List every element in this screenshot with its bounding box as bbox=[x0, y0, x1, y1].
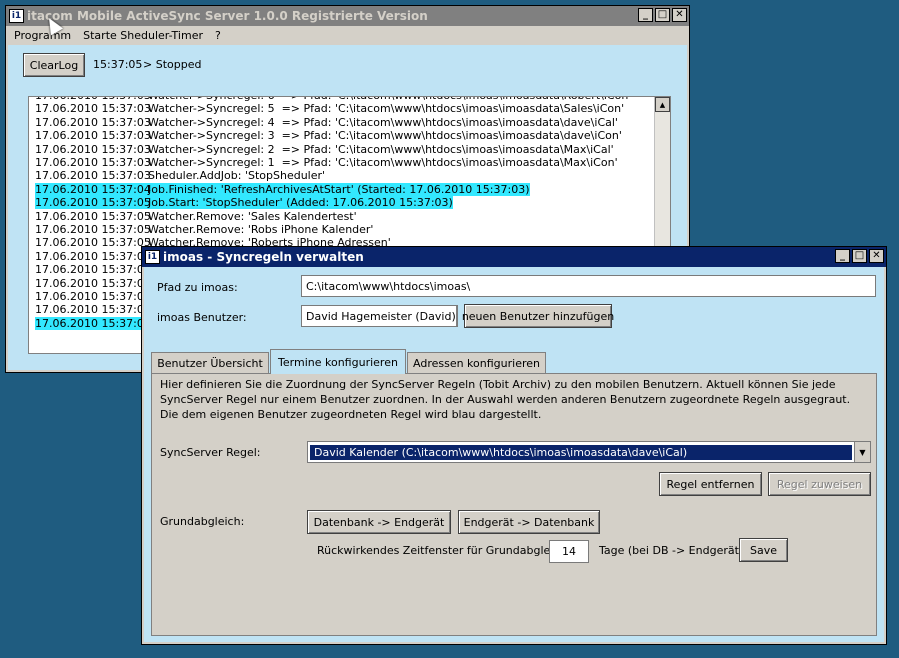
log-message: Job.Finished: 'RefreshArchivesAtStart' (… bbox=[148, 182, 530, 196]
remove-rule-button[interactable]: Regel entfernen bbox=[659, 472, 762, 496]
log-entry: 17.06.2010 15:37:05 bbox=[35, 263, 151, 277]
log-timestamp: 17.06.2010 15:37:05 bbox=[35, 316, 151, 330]
log-message: Watcher->Syncregel: 1 => Pfad: 'C:\itaco… bbox=[148, 156, 618, 169]
dialog-titlebar[interactable]: i1 imoas - Syncregeln verwalten _ □ ✕ bbox=[142, 247, 886, 267]
log-entry: 17.06.2010 15:37:05Watcher.Remove: 'Robs… bbox=[35, 223, 373, 236]
log-timestamp: 17.06.2010 15:37:03 bbox=[35, 169, 151, 183]
log-timestamp: 17.06.2010 15:37:03 bbox=[35, 156, 151, 169]
status-text: > Stopped bbox=[143, 58, 202, 71]
syncregeln-dialog: i1 imoas - Syncregeln verwalten _ □ ✕ Pf… bbox=[141, 246, 887, 645]
main-titlebar[interactable]: i1 itacom Mobile ActiveSync Server 1.0.0… bbox=[6, 6, 689, 26]
user-label: imoas Benutzer: bbox=[157, 311, 247, 324]
user-select-value: David Hagemeister (David) bbox=[306, 309, 456, 323]
main-window-title: itacom Mobile ActiveSync Server 1.0.0 Re… bbox=[27, 9, 428, 23]
log-timestamp: 17.06.2010 15:37:03 bbox=[35, 142, 151, 156]
chevron-down-icon[interactable]: ▼ bbox=[455, 306, 457, 326]
log-timestamp: 17.06.2010 15:37:05 bbox=[35, 290, 151, 303]
log-timestamp: 17.06.2010 15:37:05 bbox=[35, 263, 151, 277]
log-entry: 17.06.2010 15:37:05 bbox=[35, 316, 151, 330]
maximize-icon[interactable]: □ bbox=[655, 8, 670, 22]
user-select[interactable]: David Hagemeister (David) ▼ bbox=[301, 305, 458, 327]
days-label: Tage (bei DB -> Endgerät) bbox=[599, 544, 744, 557]
add-user-button[interactable]: neuen Benutzer hinzufügen bbox=[462, 304, 614, 328]
info-text: Hier definieren Sie die Zuordnung der Sy… bbox=[160, 378, 851, 421]
log-message: Watcher->Syncregel: 2 => Pfad: 'C:\itaco… bbox=[148, 142, 614, 156]
log-entry: 17.06.2010 15:37:03Sheduler.AddJob: 'Sto… bbox=[35, 169, 325, 182]
log-message: Watcher->Syncregel: 6 => Pfad: 'C:\itaco… bbox=[148, 97, 631, 102]
db-to-device-button[interactable]: Datenbank -> Endgerät bbox=[307, 510, 451, 534]
log-message: Watcher.Remove: 'Robs iPhone Kalender' bbox=[148, 223, 374, 236]
log-entry: 17.06.2010 15:37:03Watcher->Syncregel: 6… bbox=[35, 97, 631, 102]
assign-rule-button[interactable]: Regel zuweisen bbox=[768, 472, 871, 496]
log-entry: 17.06.2010 15:37:05 bbox=[35, 249, 151, 263]
log-timestamp: 17.06.2010 15:37:05 bbox=[35, 196, 151, 210]
log-timestamp: 17.06.2010 15:37:05 bbox=[35, 209, 151, 223]
log-entry: 17.06.2010 15:37:03Watcher->Syncregel: 5… bbox=[35, 102, 624, 115]
log-entry: 17.06.2010 15:37:04Job.Finished: 'Refres… bbox=[35, 182, 530, 196]
app-icon: i1 bbox=[145, 250, 160, 264]
app-icon: i1 bbox=[9, 9, 24, 23]
log-timestamp: 17.06.2010 15:37:05 bbox=[35, 236, 151, 250]
log-message: Watcher->Syncregel: 3 => Pfad: 'C:\itaco… bbox=[148, 129, 622, 143]
tab-adressen-konfigurieren[interactable]: Adressen konfigurieren bbox=[407, 352, 546, 373]
status-time: 15:37:05 bbox=[93, 58, 143, 71]
scroll-up-icon[interactable]: ▲ bbox=[655, 97, 670, 112]
clearlog-button[interactable]: ClearLog bbox=[23, 53, 85, 77]
log-message: Sheduler.AddJob: 'StopSheduler' bbox=[148, 169, 326, 183]
rule-label: SyncServer Regel: bbox=[160, 446, 261, 459]
log-timestamp: 17.06.2010 15:37:04 bbox=[35, 182, 151, 196]
log-message: Watcher->Syncregel: 5 => Pfad: 'C:\itaco… bbox=[148, 102, 625, 116]
log-entry: 17.06.2010 15:37:05 bbox=[35, 290, 151, 303]
maximize-icon[interactable]: □ bbox=[852, 249, 867, 263]
log-timestamp: 17.06.2010 15:37:05 bbox=[35, 303, 151, 317]
log-timestamp: 17.06.2010 15:37:03 bbox=[35, 129, 151, 143]
close-icon[interactable]: ✕ bbox=[672, 8, 687, 22]
menubar: Programm Starte Sheduler-Timer ? bbox=[8, 27, 687, 44]
log-entry: 17.06.2010 15:37:03Watcher->Syncregel: 3… bbox=[35, 129, 622, 142]
termine-tab-panel: Hier definieren Sie die Zuordnung der Sy… bbox=[151, 373, 877, 636]
log-message: Watcher.Remove: 'Sales Kalendertest' bbox=[148, 209, 357, 223]
log-entry: 17.06.2010 15:37:05 bbox=[35, 303, 151, 317]
log-timestamp: 17.06.2010 15:37:03 bbox=[35, 102, 151, 116]
log-message: Job.Start: 'StopSheduler' (Added: 17.06.… bbox=[148, 196, 453, 210]
log-entry: 17.06.2010 15:37:03Watcher->Syncregel: 2… bbox=[35, 143, 614, 156]
log-timestamp: 17.06.2010 15:37:05 bbox=[35, 223, 151, 236]
time-window-input[interactable]: 14 bbox=[549, 540, 589, 563]
log-entry: 17.06.2010 15:37:03Watcher->Syncregel: 1… bbox=[35, 156, 618, 169]
dialog-client-area: Pfad zu imoas: C:\itacom\www\htdocs\imoa… bbox=[144, 267, 884, 642]
menu-help[interactable]: ? bbox=[209, 29, 227, 42]
log-timestamp: 17.06.2010 15:37:03 bbox=[35, 115, 151, 129]
path-input[interactable]: C:\itacom\www\htdocs\imoas\ bbox=[301, 275, 876, 297]
tab-termine-konfigurieren[interactable]: Termine konfigurieren bbox=[270, 349, 406, 374]
log-timestamp: 17.06.2010 15:37:05 bbox=[35, 249, 151, 263]
device-to-db-button[interactable]: Endgerät -> Datenbank bbox=[458, 510, 600, 534]
chevron-down-icon[interactable]: ▼ bbox=[854, 442, 870, 462]
log-timestamp: 17.06.2010 15:37:03 bbox=[35, 97, 151, 102]
log-entry: 17.06.2010 15:37:05Job.Start: 'StopShedu… bbox=[35, 196, 453, 210]
menu-programm[interactable]: Programm bbox=[8, 29, 77, 42]
log-entry: 17.06.2010 15:37:05Watcher.Remove: 'Sale… bbox=[35, 210, 357, 223]
base-sync-label: Grundabgleich: bbox=[160, 515, 245, 528]
time-window-label: Rückwirkendes Zeitfenster für Grundabgle… bbox=[317, 544, 571, 557]
log-entry: 17.06.2010 15:37:03Watcher->Syncregel: 4… bbox=[35, 116, 618, 129]
rule-select[interactable]: David Kalender (C:\itacom\www\htdocs\imo… bbox=[307, 441, 871, 463]
log-entry: 17.06.2010 15:37:05 bbox=[35, 276, 151, 290]
minimize-icon[interactable]: _ bbox=[835, 249, 850, 263]
rule-select-value: David Kalender (C:\itacom\www\htdocs\imo… bbox=[310, 444, 852, 460]
dialog-title: imoas - Syncregeln verwalten bbox=[163, 250, 364, 264]
menu-starte-sheduler-timer[interactable]: Starte Sheduler-Timer bbox=[77, 29, 209, 42]
minimize-icon[interactable]: _ bbox=[638, 8, 653, 22]
close-icon[interactable]: ✕ bbox=[869, 249, 884, 263]
save-button[interactable]: Save bbox=[739, 538, 788, 562]
log-timestamp: 17.06.2010 15:37:05 bbox=[35, 276, 151, 290]
path-label: Pfad zu imoas: bbox=[157, 281, 238, 294]
log-message: Watcher->Syncregel: 4 => Pfad: 'C:\itaco… bbox=[148, 115, 618, 129]
tab-benutzer-uebersicht[interactable]: Benutzer Übersicht bbox=[151, 352, 269, 373]
